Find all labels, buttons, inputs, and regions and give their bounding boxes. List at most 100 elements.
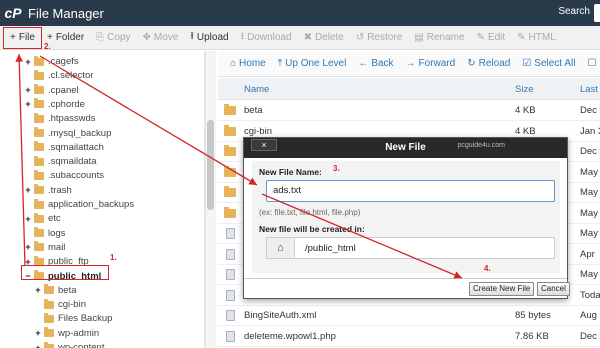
toolbar-button-label: Download — [247, 32, 292, 43]
expand-icon[interactable]: + — [34, 343, 42, 348]
file-name-cell: cgi-bin — [244, 125, 272, 137]
folder-icon — [224, 145, 236, 159]
directory-tree: + .cagefs .cl.selector + .cpanel + .cphorde .ht… — [0, 51, 205, 348]
file-size-cell: 85 bytes — [515, 310, 551, 321]
tree-item--htpasswds[interactable]: .htpasswds — [24, 112, 96, 125]
expand-icon[interactable]: + — [24, 242, 32, 252]
folder-icon — [34, 112, 44, 123]
toolbar-upload-button[interactable]: ⭱ Upload — [184, 27, 234, 49]
tree-item-label: wp-content — [58, 342, 105, 348]
tree-item-label: .trash — [48, 184, 72, 196]
tree-item-etc[interactable]: + etc — [24, 212, 61, 225]
annotation-box-public-html — [21, 265, 109, 280]
tree-item--cagefs[interactable]: + .cagefs — [24, 55, 79, 68]
tree-item--trash[interactable]: + .trash — [24, 184, 72, 197]
file-date-cell: May — [580, 228, 598, 239]
toolbar-restore-button[interactable]: ↺ Restore — [350, 27, 408, 49]
folder-icon — [34, 69, 44, 80]
tree-item--cphorde[interactable]: + .cphorde — [24, 98, 85, 111]
search-input[interactable] — [594, 4, 600, 22]
app-title: File Manager — [28, 5, 104, 21]
toolbar-copy-button[interactable]: ⎘ Copy — [90, 27, 136, 49]
expand-icon[interactable]: + — [34, 328, 42, 338]
tree-item-label: logs — [48, 227, 66, 239]
nav-reload-button[interactable]: ↻ Reload — [461, 58, 516, 69]
directory-field[interactable]: ⌂ /public_html — [266, 237, 555, 259]
toolbar-move-button[interactable]: ✥ Move — [137, 27, 185, 49]
tree-item-label: etc — [48, 213, 61, 225]
expand-icon[interactable]: + — [24, 214, 32, 224]
toolbar-button-label: Restore — [367, 32, 403, 43]
cancel-button[interactable]: Cancel — [537, 282, 570, 296]
toolbar-download-button[interactable]: ⭳ Download — [235, 27, 298, 49]
table-row[interactable]: BingSiteAuth.xml 85 bytes Aug — [218, 306, 600, 326]
column-date-header[interactable]: Last — [580, 78, 598, 100]
expand-icon[interactable]: + — [34, 285, 42, 295]
nav-button-label: Home — [239, 58, 266, 69]
table-header — [218, 78, 600, 100]
nav-up-one-level-button[interactable]: ⤒ Up One Level — [272, 58, 353, 69]
tree-item-mail[interactable]: + mail — [24, 241, 65, 254]
rename-icon: ▤ — [414, 32, 424, 43]
tree-item--cpanel[interactable]: + .cpanel — [24, 84, 79, 97]
annotation-step-2: 2. — [44, 42, 51, 51]
create-new-file-button[interactable]: Create New File — [469, 282, 535, 296]
expand-icon[interactable]: + — [24, 85, 32, 95]
tree-item-label: .cphorde — [48, 98, 85, 110]
toolbar-edit-button[interactable]: ✎ Edit — [471, 27, 512, 49]
toolbar-html-button[interactable]: ✎ HTML — [511, 27, 562, 49]
sidebar-scroll-thumb[interactable] — [207, 120, 214, 210]
restore-icon: ↺ — [355, 32, 365, 43]
folder-icon — [34, 169, 44, 180]
file-name-input[interactable]: ads.txt — [266, 180, 555, 202]
tree-item--subaccounts[interactable]: .subaccounts — [24, 169, 104, 182]
tree-item--mysql-backup[interactable]: .mysql_backup — [24, 127, 111, 140]
home-icon: ⌂ — [267, 238, 295, 258]
tree-item-label: .sqmailattach — [48, 141, 104, 153]
nav-home-button[interactable]: ⌂ Home — [224, 58, 272, 69]
expand-icon[interactable]: + — [24, 57, 32, 67]
tree-item-wp-content[interactable]: + wp-content — [34, 341, 104, 348]
tree-item-files-backup[interactable]: Files Backup — [34, 312, 112, 325]
tree-item--cl-selector[interactable]: .cl.selector — [24, 69, 93, 82]
nav-button-label: Forward — [418, 58, 456, 69]
nav-button-label: Up One Level — [285, 58, 347, 69]
nav-unselect-button[interactable]: ☐ — [581, 58, 600, 69]
file-date-cell: Aug — [580, 310, 597, 321]
tree-item--sqmaildata[interactable]: .sqmaildata — [24, 155, 97, 168]
file-date-cell: Apr — [580, 248, 595, 260]
tree-item-label: .sqmaildata — [48, 156, 97, 168]
folder-icon — [34, 198, 44, 209]
tree-item-beta[interactable]: + beta — [34, 284, 77, 297]
table-row[interactable]: beta 4 KB Dec — [218, 101, 600, 121]
column-name-header[interactable]: Name — [244, 78, 269, 100]
tree-item-logs[interactable]: logs — [24, 227, 65, 240]
file-icon — [224, 329, 236, 343]
folder-icon — [34, 227, 44, 238]
tree-item-cgi-bin[interactable]: cgi-bin — [34, 298, 86, 311]
file-date-cell: May — [580, 187, 598, 198]
nav-back-button[interactable]: ← Back — [352, 58, 399, 69]
table-row[interactable]: deleteme.wpowl1.php 7.86 KB Dec — [218, 327, 600, 347]
tree-item-label: mail — [48, 241, 66, 253]
directory-input[interactable]: /public_html — [295, 243, 356, 254]
file-name-cell: BingSiteAuth.xml — [244, 310, 317, 321]
tree-item--sqmailattach[interactable]: .sqmailattach — [24, 141, 104, 154]
folder-icon — [224, 124, 236, 138]
nav-select-all-button[interactable]: ☑ Select All — [516, 58, 581, 69]
expand-icon[interactable]: + — [24, 99, 32, 109]
tree-item-label: Files Backup — [58, 313, 113, 325]
up-one-level-icon: ⤒ — [277, 58, 283, 69]
column-size-header[interactable]: Size — [515, 78, 533, 100]
tree-item-application-backups[interactable]: application_backups — [24, 198, 134, 211]
copy-icon: ⎘ — [96, 32, 105, 43]
nav-forward-button[interactable]: → Forward — [400, 58, 462, 69]
file-icon — [224, 268, 236, 282]
toolbar-rename-button[interactable]: ▤ Rename — [408, 27, 470, 49]
edit-icon: ✎ — [476, 32, 485, 43]
folder-icon — [44, 327, 54, 338]
annotation-box-file-button — [3, 27, 42, 49]
tree-item-wp-admin[interactable]: + wp-admin — [34, 327, 99, 340]
toolbar-delete-button[interactable]: ✖ Delete — [298, 27, 350, 49]
expand-icon[interactable]: + — [24, 185, 32, 195]
